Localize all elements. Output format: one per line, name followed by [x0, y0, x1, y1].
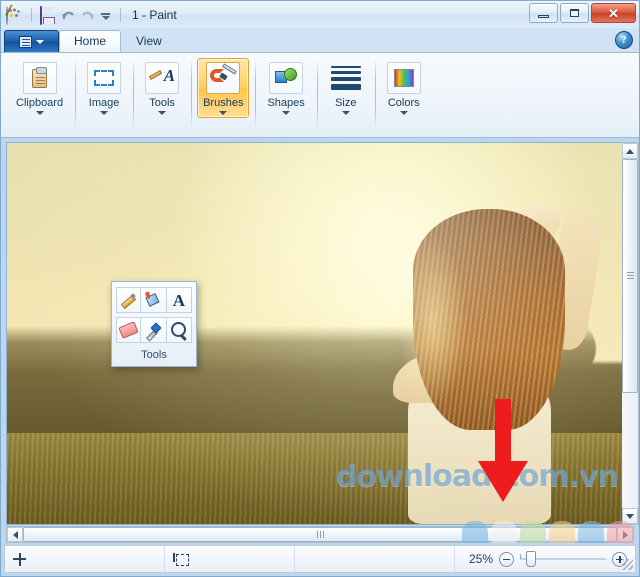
magnifier-tool-icon[interactable] — [167, 317, 192, 343]
chevron-down-icon[interactable] — [100, 111, 108, 115]
status-spacer — [295, 546, 455, 572]
qat-divider — [31, 8, 32, 22]
work-area: download.com.vn — [1, 138, 639, 543]
redo-icon[interactable] — [80, 9, 95, 23]
tools-button[interactable]: A Tools — [139, 58, 185, 118]
scroll-up-button[interactable] — [622, 143, 638, 159]
position-cursor-icon — [13, 553, 26, 566]
chevron-down-icon[interactable] — [342, 111, 350, 115]
horizontal-scroll-track[interactable] — [23, 527, 617, 542]
maximize-button[interactable] — [560, 3, 589, 23]
image-button[interactable]: Image — [81, 58, 127, 118]
tab-home[interactable]: Home — [59, 30, 121, 52]
paint-window: 1 - Paint ✕ Home View ? Clipboard — [0, 0, 640, 577]
size-label: Size — [335, 97, 356, 109]
customize-qat-icon[interactable] — [99, 10, 112, 24]
ribbon-group-colors: Colors — [375, 55, 433, 137]
watermark-text: download.com.vn — [336, 459, 618, 494]
ribbon-group-brushes: Brushes — [191, 55, 255, 137]
menu-icon — [19, 36, 32, 48]
image-canvas[interactable]: download.com.vn — [6, 142, 622, 525]
shapes-icon — [269, 62, 303, 94]
tools-row-1: A — [116, 287, 192, 313]
close-button[interactable]: ✕ — [591, 3, 636, 23]
clipboard-label: Clipboard — [16, 97, 63, 109]
chevron-down-icon — [36, 40, 44, 44]
tools-flyout-panel: A Tools — [111, 281, 197, 367]
photo-figure-hair-glow — [398, 236, 467, 410]
vertical-scroll-thumb[interactable] — [622, 159, 638, 393]
horizontal-scroll-thumb[interactable] — [23, 527, 617, 542]
scroll-down-button[interactable] — [622, 508, 638, 524]
help-icon[interactable]: ? — [615, 31, 633, 49]
eraser-tool-icon[interactable] — [116, 317, 141, 343]
horizontal-scrollbar[interactable] — [6, 526, 634, 543]
paint-icon[interactable] — [6, 6, 23, 23]
ribbon-group-clipboard: Clipboard — [4, 55, 75, 137]
title-bar: 1 - Paint ✕ — [1, 1, 639, 28]
minimize-button[interactable] — [529, 3, 558, 23]
resize-grip[interactable] — [622, 559, 633, 570]
colors-button[interactable]: Colors — [381, 58, 427, 118]
tools-label: Tools — [149, 97, 175, 109]
selection-size-icon — [173, 553, 187, 566]
status-position — [5, 546, 165, 572]
image-label: Image — [89, 97, 120, 109]
quick-access-toolbar — [6, 6, 125, 23]
save-icon[interactable] — [40, 6, 57, 23]
zoom-level-label: 25% — [463, 552, 493, 566]
zoom-out-button[interactable] — [499, 552, 514, 567]
scroll-right-button[interactable] — [617, 527, 633, 542]
zoom-control: 25% — [455, 546, 635, 572]
colors-icon — [387, 62, 421, 94]
scroll-left-button[interactable] — [7, 527, 23, 542]
ribbon: Clipboard Image A Tools — [1, 52, 639, 138]
select-icon — [87, 62, 121, 94]
shapes-button[interactable]: Shapes — [261, 58, 310, 118]
zoom-slider[interactable] — [520, 552, 606, 566]
status-bar: 25% — [4, 545, 636, 573]
status-selection-size — [165, 546, 295, 572]
tools-flyout-title: Tools — [116, 343, 192, 364]
clipboard-icon — [23, 62, 57, 94]
brushes-label: Brushes — [203, 97, 243, 109]
tools-row-2 — [116, 317, 192, 343]
brush-icon — [206, 62, 240, 94]
chevron-down-icon[interactable] — [158, 111, 166, 115]
window-title: 1 - Paint — [132, 8, 177, 22]
vertical-scroll-track[interactable] — [622, 159, 638, 508]
brushes-button[interactable]: Brushes — [197, 58, 249, 118]
ribbon-group-size: Size — [317, 55, 375, 137]
tab-view[interactable]: View — [121, 30, 177, 52]
chevron-down-icon[interactable] — [400, 111, 408, 115]
pencil-tool-icon[interactable] — [116, 287, 141, 313]
ribbon-group-image: Image — [75, 55, 133, 137]
vertical-scrollbar[interactable] — [622, 142, 639, 525]
fill-tool-icon[interactable] — [141, 287, 166, 313]
chevron-down-icon[interactable] — [282, 111, 290, 115]
colors-label: Colors — [388, 97, 420, 109]
shapes-label: Shapes — [267, 97, 304, 109]
paint-menu-button[interactable] — [4, 30, 59, 52]
ribbon-tab-strip: Home View ? — [1, 28, 639, 52]
canvas-wrapper: download.com.vn — [1, 138, 639, 525]
size-icon — [329, 62, 363, 94]
undo-icon[interactable] — [61, 9, 76, 23]
chevron-down-icon[interactable] — [219, 111, 227, 115]
tools-icon: A — [145, 62, 179, 94]
text-tool-icon[interactable]: A — [167, 287, 192, 313]
size-button[interactable]: Size — [323, 58, 369, 118]
ribbon-group-shapes: Shapes — [255, 55, 316, 137]
window-controls: ✕ — [529, 3, 636, 23]
zoom-slider-thumb — [526, 551, 536, 567]
clipboard-button[interactable]: Clipboard — [10, 58, 69, 118]
qat-divider-2 — [120, 8, 121, 22]
color-picker-tool-icon[interactable] — [141, 317, 166, 343]
ribbon-group-tools: A Tools — [133, 55, 191, 137]
chevron-down-icon[interactable] — [36, 111, 44, 115]
